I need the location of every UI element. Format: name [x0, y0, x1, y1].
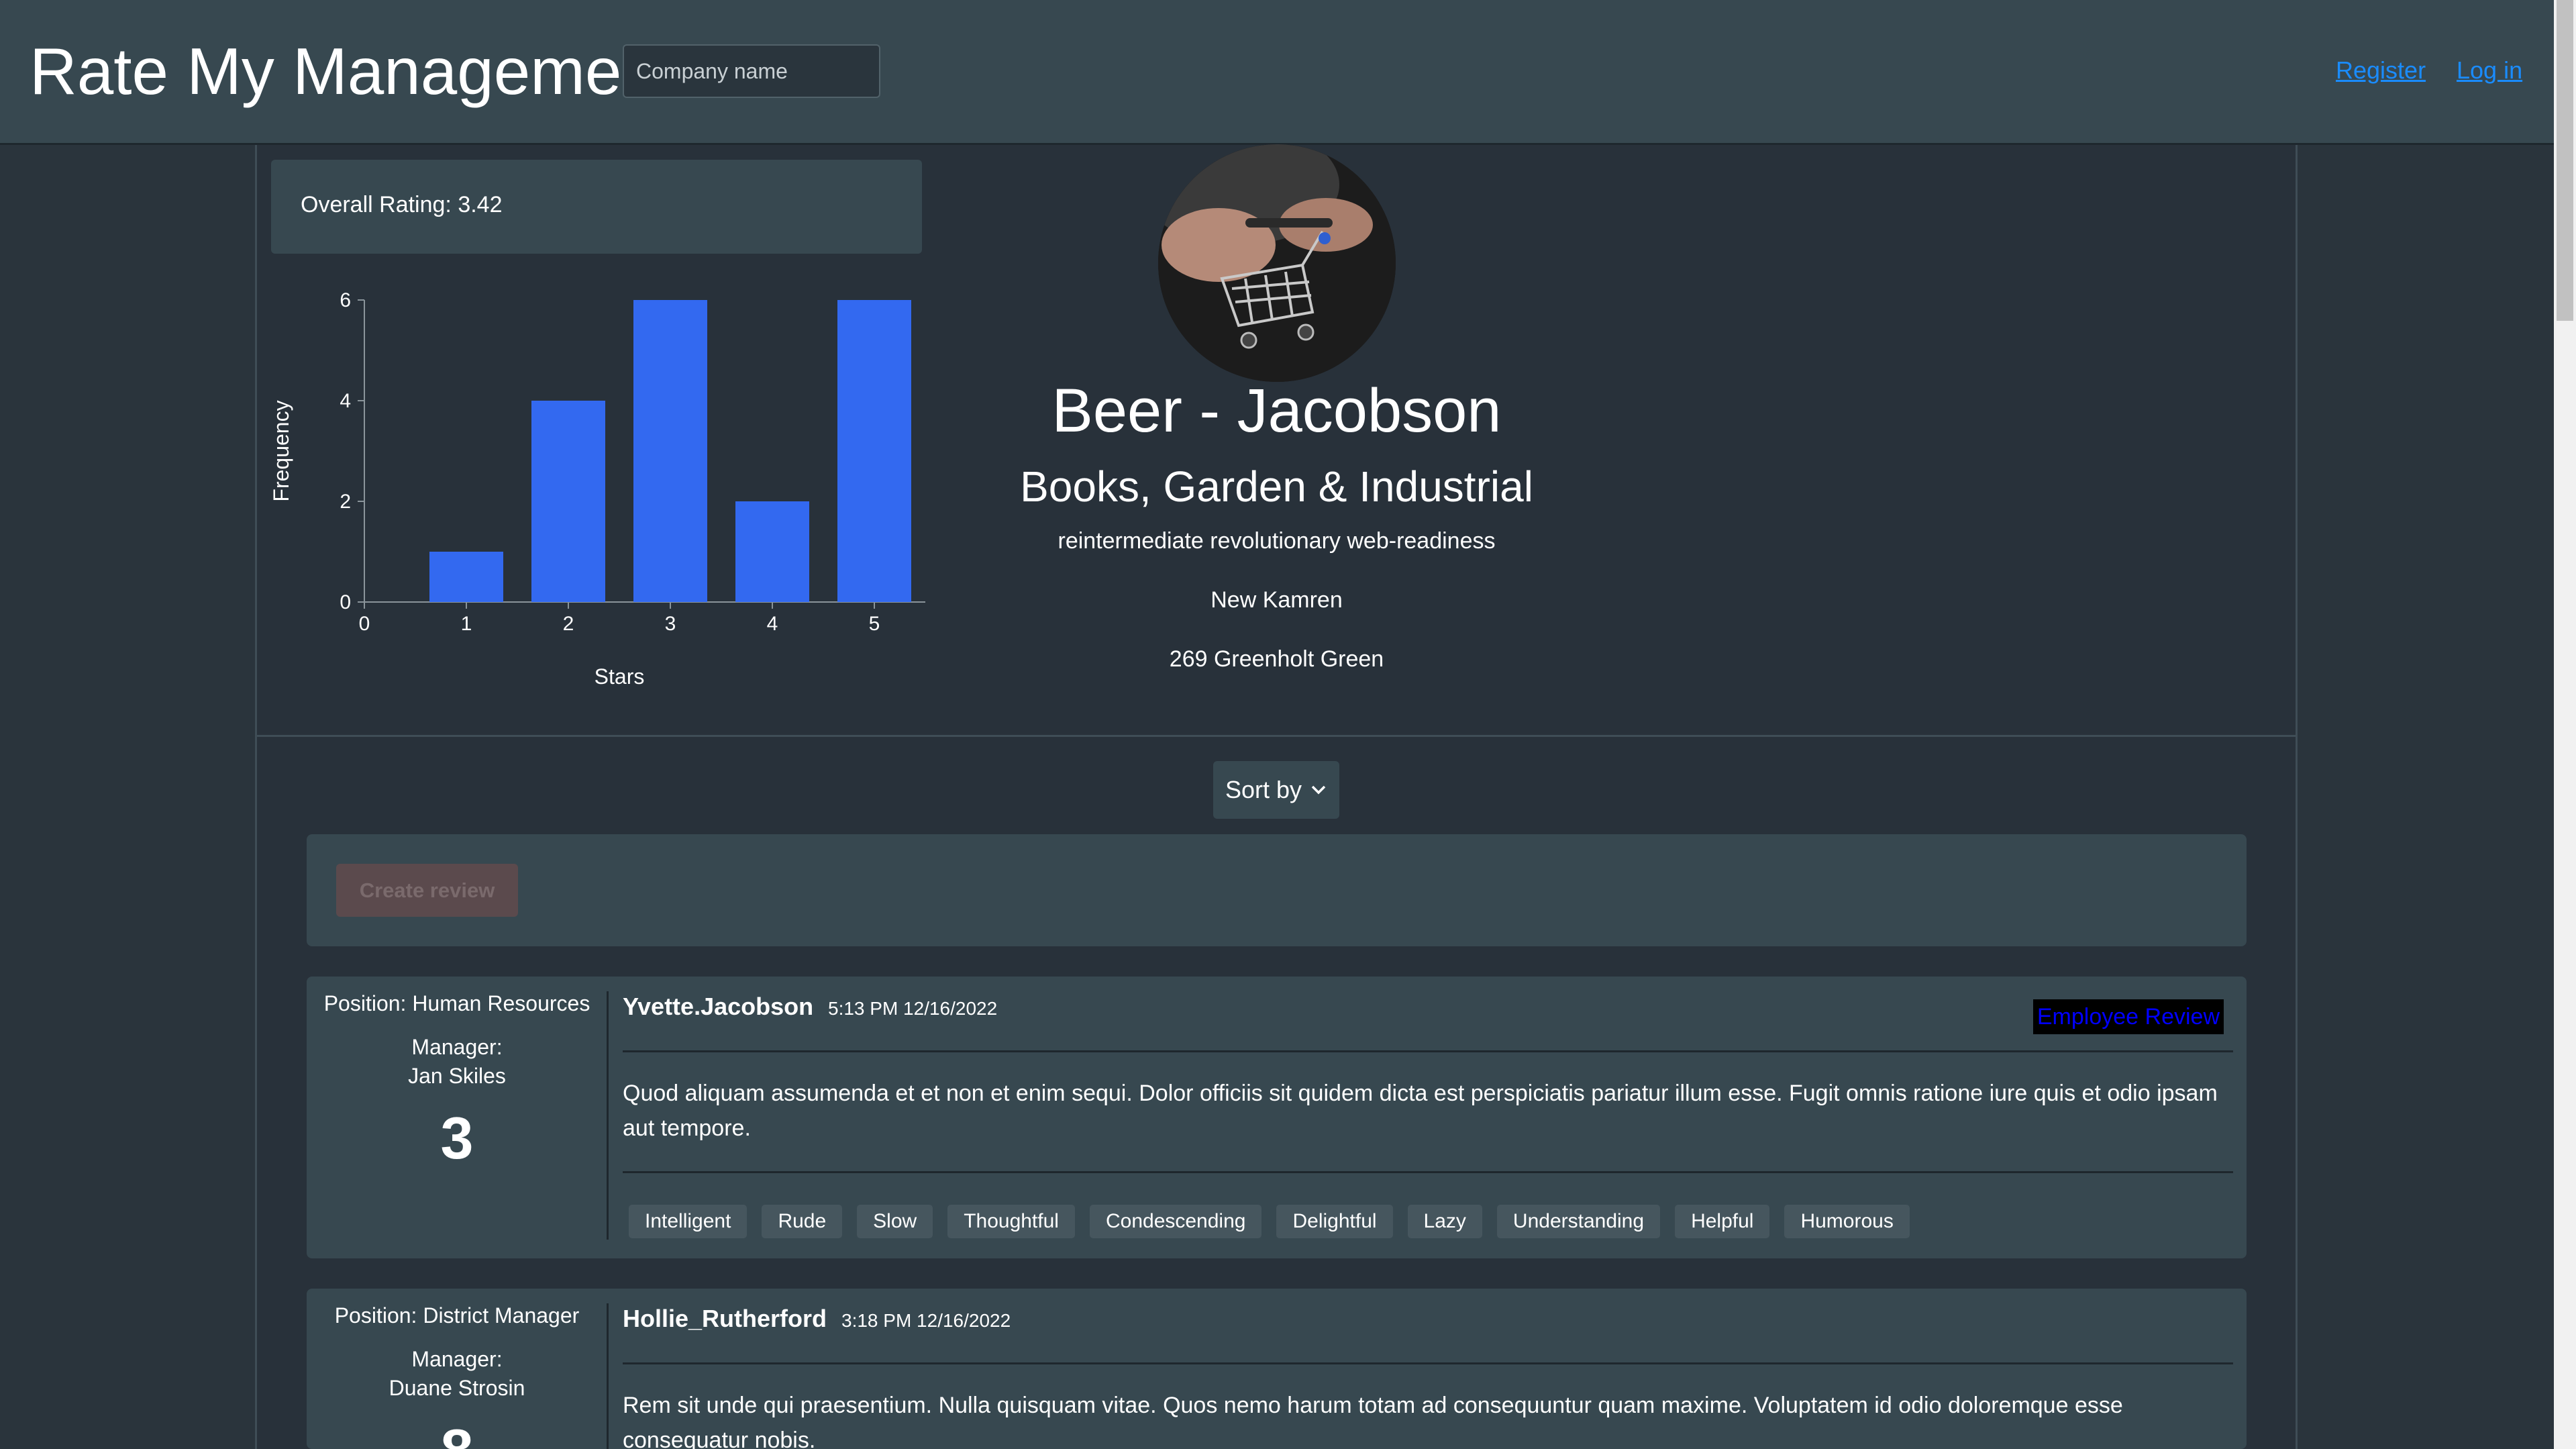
review-card: Position: Human Resources Manager: Jan S…	[307, 977, 2247, 1258]
company-tagline: reintermediate revolutionary web-readine…	[1058, 528, 1496, 554]
company-city: New Kamren	[1210, 587, 1343, 613]
create-review-button[interactable]: Create review	[336, 864, 518, 917]
y-axis-title: Frequency	[269, 400, 293, 501]
histogram-bar	[837, 300, 911, 602]
review-divider	[623, 1050, 2233, 1052]
x-tick-label: 4	[767, 613, 778, 635]
review-tag: Humorous	[1784, 1205, 1910, 1238]
review-username[interactable]: Hollie_Rutherford	[623, 1305, 827, 1333]
manager-name: Duane Strosin	[389, 1376, 525, 1400]
histogram-bar	[633, 300, 707, 602]
manager-label: Manager:	[411, 1347, 503, 1371]
histogram-bar	[735, 501, 809, 602]
review-tag: Delightful	[1276, 1205, 1393, 1238]
review-tag: Helpful	[1675, 1205, 1770, 1238]
review-tag: Thoughtful	[947, 1205, 1075, 1238]
sort-by-dropdown[interactable]: Sort by	[1213, 761, 1339, 819]
review-divider	[623, 1171, 2233, 1173]
x-tick-label: 2	[563, 613, 574, 635]
company-avatar	[1158, 144, 1396, 382]
review-score: 3	[440, 1105, 474, 1171]
sort-by-label: Sort by	[1225, 776, 1302, 803]
scrollbar-thumb[interactable]	[2557, 0, 2573, 321]
overall-rating: Overall Rating: 3.42	[301, 192, 503, 217]
top-navbar: Rate My Management Register Log in	[0, 0, 2554, 145]
review-body: Rem sit unde qui praesentium. Nulla quis…	[623, 1393, 2123, 1449]
review-tag: Slow	[857, 1205, 933, 1238]
x-tick-label: 3	[665, 613, 676, 635]
chevron-down-icon	[1311, 785, 1326, 795]
create-review-panel: Create review	[307, 834, 2247, 946]
review-tag: Condescending	[1089, 1205, 1262, 1238]
histogram-bar	[429, 552, 503, 602]
review-divider-vertical	[607, 1303, 609, 1449]
y-tick-label: 2	[340, 491, 351, 513]
rating-histogram-chart: 0 1 2 3 4 5 0 2 4 6 Stars Frequency	[269, 289, 925, 689]
reviewer-position: Position: Human Resources	[323, 991, 590, 1015]
histogram-bar	[531, 401, 605, 602]
reviewer-position: Position: District Manager	[334, 1303, 580, 1328]
company-search-input[interactable]	[623, 44, 880, 98]
x-tick-label: 5	[869, 613, 880, 635]
employee-review-badge: Employee Review	[2032, 999, 2224, 1034]
x-tick-label: 1	[461, 613, 472, 635]
y-tick-label: 6	[340, 289, 351, 311]
review-username[interactable]: Yvette.Jacobson	[623, 993, 813, 1021]
review-body: Quod aliquam assumenda et et non et enim…	[623, 1081, 2218, 1141]
review-timestamp: 3:18 PM 12/16/2022	[841, 1310, 1011, 1331]
login-link[interactable]: Log in	[2457, 56, 2522, 85]
review-divider	[623, 1362, 2233, 1364]
company-category: Books, Garden & Industrial	[1020, 462, 1533, 511]
section-divider	[257, 735, 2296, 737]
manager-name: Jan Skiles	[408, 1064, 506, 1088]
shopping-cart-photo	[1158, 144, 1396, 382]
brand-title[interactable]: Rate My Management	[30, 31, 676, 111]
review-tag: Understanding	[1496, 1205, 1661, 1238]
review-timestamp: 5:13 PM 12/16/2022	[828, 998, 998, 1019]
review-tag: Lazy	[1407, 1205, 1482, 1238]
review-tag: Intelligent	[629, 1205, 748, 1238]
y-tick-label: 0	[340, 591, 351, 613]
review-card: Position: District Manager Manager: Duan…	[307, 1289, 2247, 1449]
review-tags: Intelligent Rude Slow Thoughtful Condesc…	[629, 1205, 1910, 1238]
overall-rating-card: Overall Rating: 3.42	[271, 160, 922, 254]
company-address: 269 Greenholt Green	[1169, 646, 1384, 672]
x-axis-title: Stars	[595, 664, 645, 689]
review-score: 8	[307, 1416, 607, 1449]
review-divider-vertical	[607, 991, 609, 1240]
x-tick-label: 0	[359, 613, 370, 635]
company-name: Beer - Jacobson	[1051, 377, 1502, 445]
register-link[interactable]: Register	[2336, 56, 2426, 85]
manager-label: Manager:	[411, 1035, 503, 1059]
y-tick-label: 4	[340, 390, 351, 412]
review-tag: Rude	[762, 1205, 843, 1238]
